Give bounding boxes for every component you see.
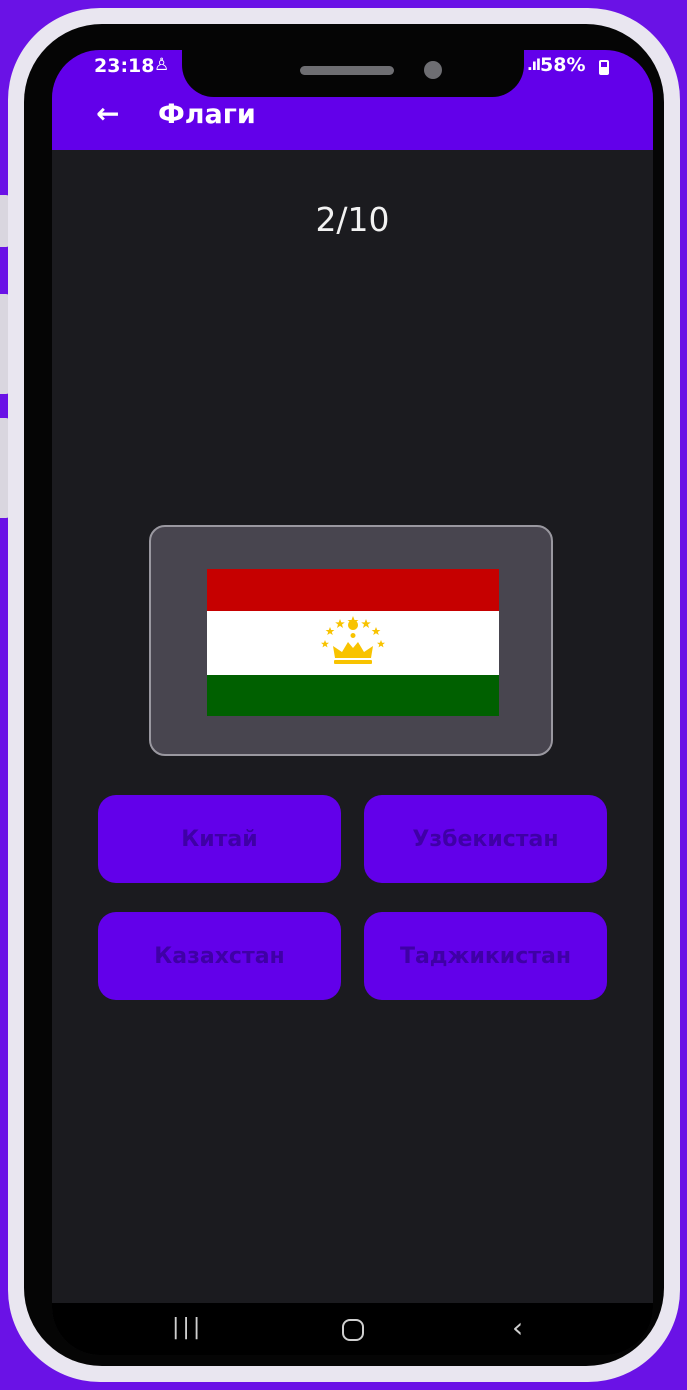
- question-progress: 2/10: [315, 200, 390, 239]
- recent-apps-icon[interactable]: |||: [172, 1315, 203, 1340]
- flag-of-tajikistan-icon: [207, 569, 499, 716]
- arrow-left-icon[interactable]: ←: [96, 100, 119, 128]
- page-title: Флаги: [158, 99, 256, 130]
- back-icon[interactable]: ‹: [512, 1311, 523, 1344]
- home-icon[interactable]: [342, 1319, 364, 1341]
- camera-notch: [182, 50, 524, 97]
- flag-card: [149, 525, 553, 756]
- flag-stripe-red: [207, 569, 499, 611]
- camera-icon: [424, 61, 442, 79]
- system-nav-bar: ||| ‹: [52, 1303, 653, 1355]
- person-icon: ♙: [154, 55, 170, 75]
- answer-button-3[interactable]: Казахстан: [98, 912, 341, 1000]
- answer-button-4[interactable]: Таджикистан: [364, 912, 607, 1000]
- status-time: 23:18: [94, 55, 155, 77]
- flag-stripe-green: [207, 675, 499, 716]
- answer-button-2[interactable]: Узбекистан: [364, 795, 607, 883]
- answer-button-1[interactable]: Китай: [98, 795, 341, 883]
- signal-icon: .ıl: [527, 56, 541, 74]
- battery-level: 58%: [540, 54, 586, 76]
- speaker-grille: [300, 66, 394, 75]
- crown-emblem-icon: [321, 616, 385, 664]
- phone-screen: 23:18 ♙ .ıl 58% ← Флаги 2/10 Китай Узбек…: [52, 50, 653, 1355]
- battery-icon: [599, 60, 609, 75]
